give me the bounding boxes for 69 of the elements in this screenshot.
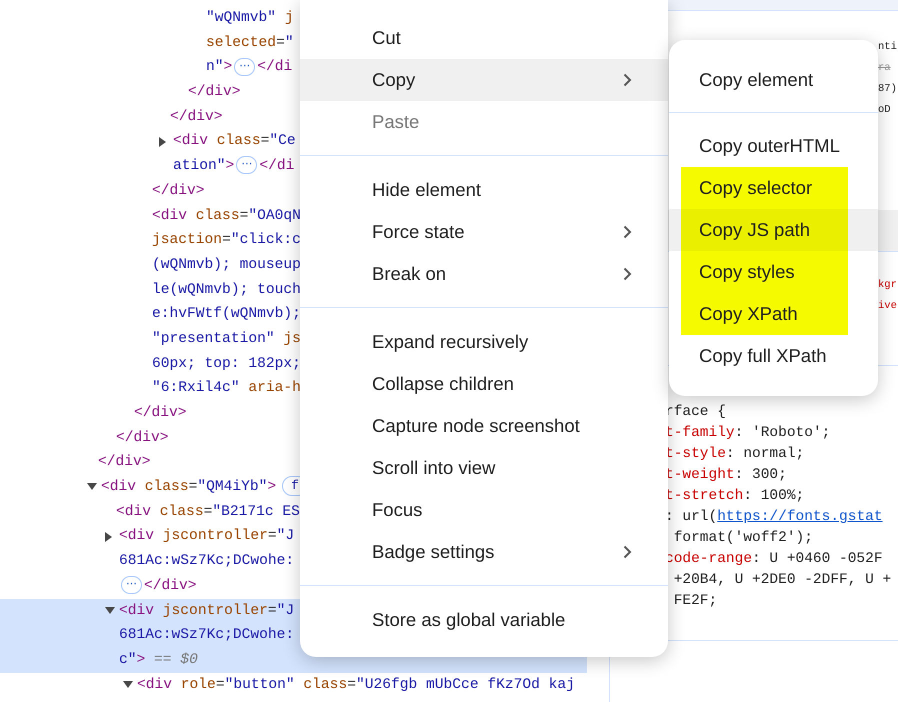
caret-right-icon[interactable] (105, 532, 113, 542)
code-text: 681Ac:wSz7Kc;DCwohe: (119, 627, 294, 644)
code-text: "presentation" js (152, 330, 301, 347)
style-text: t-style: normal; (665, 446, 804, 462)
menu-item[interactable]: Copy (300, 59, 668, 101)
code-text: </div> (188, 84, 241, 100)
code-text: "wQNmvb" j (206, 10, 294, 26)
caret-down-icon[interactable] (123, 680, 133, 689)
style-text: nti (878, 41, 897, 53)
code-text: <div jscontroller="J (119, 528, 294, 544)
menu-item[interactable]: Force state (300, 211, 668, 253)
code-text: "6:Rxil4c" aria-h (152, 380, 301, 396)
style-text: ive (878, 300, 897, 312)
chevron-right-icon (623, 225, 632, 239)
code-text: </di (257, 59, 292, 76)
ellipsis-button[interactable]: ⋯ (234, 58, 256, 76)
style-text: 87) (878, 83, 897, 95)
code-text: n"> (206, 59, 232, 76)
chevron-right-icon (623, 545, 632, 559)
code-text: </div> (152, 182, 205, 199)
ellipsis-button[interactable]: ⋯ (121, 576, 142, 594)
code-text: ation"> (173, 158, 234, 174)
style-text: FE2F; (672, 593, 718, 609)
code-text: 60px; top: 182px; (152, 356, 301, 372)
style-text: kgr (878, 279, 897, 291)
menu-item[interactable]: Expand recursively (300, 321, 668, 363)
style-text: : url(https://fonts.gstat (665, 509, 883, 525)
element-row[interactable]: <div role="button" class="U26fgb mUbCce fKz7Od kaj (0, 672, 587, 698)
code-text: e:hvFWtf(wQNmvb); (152, 306, 301, 322)
code-text: le(wQNmvb); touch (152, 282, 301, 298)
code-text: </div> (116, 430, 169, 446)
code-text: selected=" (206, 34, 294, 51)
code-text: (wQNmvb); mouseup (152, 256, 301, 273)
caret-down-icon[interactable] (87, 483, 97, 492)
style-text: format('woff2'); (672, 530, 813, 546)
code-text: </div> (134, 405, 187, 421)
menu-item[interactable]: Copy element (669, 59, 878, 101)
style-text: t-family: 'Roboto'; (665, 425, 830, 441)
caret-right-icon[interactable] (159, 136, 167, 147)
menu-item[interactable]: Copy outerHTML (669, 125, 878, 167)
menu-item[interactable]: Copy JS path (669, 209, 878, 251)
style-text: t-weight: 300; (665, 467, 787, 483)
code-text: jsaction="click:c (152, 232, 301, 248)
code-text: 681Ac:wSz7Kc;DCwohe: (119, 553, 294, 570)
menu-item[interactable]: Break on (300, 253, 668, 295)
code-text: </div> (170, 108, 223, 125)
style-text: oD (878, 104, 891, 116)
style-text: t-stretch: 100%; (665, 488, 804, 504)
chevron-right-icon (623, 267, 632, 281)
code-text: <div class="OA0qN (152, 208, 301, 224)
code-text: </div> (144, 578, 197, 594)
code-text: <div class="Ce (173, 133, 296, 150)
menu-item[interactable]: Copy full XPath (669, 335, 878, 377)
style-text: code-range: U +0460 -052F (665, 551, 883, 567)
code-text: <div role="button" class="U26fgb mUbCce fKz7Od kaj (137, 676, 575, 693)
menu-item[interactable]: Collapse children (300, 363, 668, 405)
chevron-right-icon (623, 73, 632, 87)
ellipsis-button[interactable]: ⋯ (236, 156, 258, 174)
caret-down-icon[interactable] (105, 606, 115, 615)
menu-item[interactable]: Cut (300, 17, 668, 59)
code-text: </div> (98, 454, 151, 470)
code-text: <div jscontroller="J (119, 602, 294, 618)
style-text: +20B4, U +2DE0 -2DFF, U + (672, 572, 892, 588)
menu-item[interactable]: Badge settings (300, 531, 668, 573)
menu-item[interactable]: Capture node screenshot (300, 405, 668, 447)
code-text: <div class="QM4iYb"> (101, 479, 276, 496)
code-text: </di (259, 158, 294, 174)
code-text: c"> == $0 (119, 652, 198, 668)
style-text: ra (878, 62, 891, 74)
